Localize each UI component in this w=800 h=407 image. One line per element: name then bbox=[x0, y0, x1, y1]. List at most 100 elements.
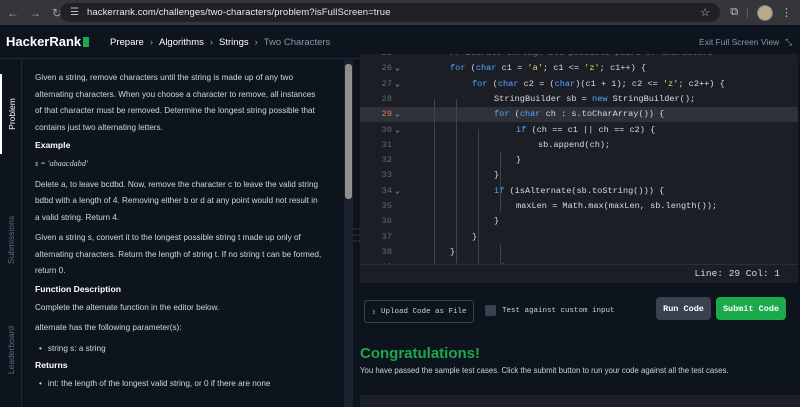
line-number: 26 bbox=[381, 63, 392, 74]
code-text: if (isAlternate(sb.toString())) { bbox=[494, 185, 665, 196]
example-heading: Example bbox=[35, 140, 71, 150]
side-tabs: Problem Submissions Leaderboard bbox=[0, 60, 22, 407]
indent-guide bbox=[478, 129, 479, 264]
code-line[interactable]: 33} bbox=[360, 168, 798, 183]
fold-chevron-icon[interactable]: ⌄ bbox=[395, 77, 400, 92]
crumb-prepare[interactable]: Prepare bbox=[110, 37, 144, 48]
site-settings-icon[interactable]: ☰ bbox=[70, 7, 79, 18]
star-icon[interactable]: ☆ bbox=[700, 6, 710, 19]
problem-intro: Given a string, remove characters until … bbox=[35, 73, 316, 132]
code-text: } bbox=[494, 170, 500, 181]
forward-icon[interactable]: → bbox=[26, 4, 44, 22]
fold-chevron-icon[interactable]: ⌄ bbox=[395, 107, 400, 122]
fold-chevron-icon[interactable]: ⌄ bbox=[395, 123, 400, 138]
menu-icon[interactable]: ⋮ bbox=[781, 6, 792, 19]
param-item: string s: a string bbox=[39, 341, 323, 357]
code-line[interactable]: 28 StringBuilder sb = new StringBuilder()… bbox=[360, 92, 798, 107]
hackerrank-logo[interactable]: HackerRank bbox=[6, 34, 90, 49]
chevron-right-icon: › bbox=[254, 36, 258, 48]
returns-heading: Returns bbox=[35, 359, 68, 370]
code-text: maxLen = Math.max(maxLen, sb.length()); bbox=[516, 201, 718, 211]
code-text: if (ch == c1 || ch == c2) { bbox=[516, 124, 656, 135]
line-number: 38 bbox=[381, 246, 392, 257]
tab-leaderboard-label: Leaderboard bbox=[6, 325, 16, 375]
code-line[interactable]: 34⌄ if (isAlternate(sb.toString())) { bbox=[360, 184, 798, 199]
logo-text: HackerRank bbox=[6, 34, 82, 49]
line-number: 27 bbox=[381, 78, 392, 89]
line-number: 35 bbox=[381, 201, 392, 211]
tab-submissions-label: Submissions bbox=[6, 215, 16, 265]
logo-mark bbox=[83, 36, 90, 47]
function-heading: Function Description bbox=[35, 283, 121, 294]
custom-input-label: Test against custom input bbox=[502, 306, 615, 315]
code-line[interactable]: 30 ⌄ if (ch == c1 || ch == c2) { bbox=[360, 123, 798, 138]
code-line[interactable]: 26 ⌄ for (char c1 = 'a'; c1 <= 'z'; c1++) … bbox=[360, 61, 798, 76]
editor-statusbar: Line: 29 Col: 1 bbox=[360, 264, 798, 283]
result-message: You have passed the sample test cases. C… bbox=[360, 366, 729, 375]
crumb-current: Two Characters bbox=[263, 36, 331, 48]
test-results-bar bbox=[360, 395, 800, 407]
line-number: 36 bbox=[381, 216, 392, 227]
fold-chevron-icon[interactable]: ⌄ bbox=[395, 61, 400, 76]
submit-code-button[interactable]: Submit Code bbox=[716, 297, 786, 320]
param-list: string s: a string bbox=[39, 341, 323, 357]
indent-guide bbox=[456, 99, 457, 264]
divider: | bbox=[746, 6, 749, 19]
crumb-strings[interactable]: Strings bbox=[219, 37, 249, 48]
tab-problem-label: Problem bbox=[7, 98, 17, 130]
chevron-right-icon: › bbox=[149, 36, 153, 48]
code-text: for (char c1 = 'a'; c1 <= 'z'; c1++) { bbox=[450, 63, 647, 74]
code-line[interactable]: 36} bbox=[360, 214, 798, 229]
url-text[interactable]: hackerrank.com/challenges/two-characters… bbox=[87, 7, 391, 18]
example-text-1: Delete a, to leave bcdbd. Now, remove th… bbox=[35, 179, 319, 222]
code-line[interactable]: 37} bbox=[360, 230, 798, 245]
tab-submissions[interactable]: Submissions bbox=[0, 200, 22, 280]
extensions-icon[interactable]: ⧉ bbox=[730, 6, 738, 19]
custom-input-checkbox[interactable] bbox=[485, 305, 496, 316]
code-line[interactable]: 31 sb.append(ch); bbox=[360, 138, 798, 153]
code-line[interactable]: 32} bbox=[360, 153, 798, 168]
upload-icon: ⇪ bbox=[371, 308, 376, 317]
code-text: for (char ch : s.toCharArray()) { bbox=[494, 109, 665, 120]
panel-gap bbox=[333, 60, 343, 407]
code-line[interactable]: 29 ⌄ for (char ch : s.toCharArray()) { bbox=[360, 107, 798, 123]
code-line[interactable]: 27 ⌄ for (char c2 = (char)(c1 + 1); c2 <= … bbox=[360, 77, 798, 92]
code-editor[interactable]: 25 // iterate through all possible pairs … bbox=[360, 54, 798, 264]
fold-chevron-icon[interactable]: ⌄ bbox=[395, 184, 400, 199]
custom-input-toggle[interactable]: Test against custom input bbox=[485, 305, 615, 316]
line-number: 33 bbox=[381, 170, 392, 181]
indent-guide bbox=[500, 244, 501, 264]
address-bar[interactable]: ☰ hackerrank.com/challenges/two-characte… bbox=[60, 3, 720, 22]
editor-actions: ⇪ Upload Code as File Test against custo… bbox=[360, 283, 800, 333]
return-item: int: the length of the longest valid str… bbox=[39, 376, 323, 392]
scrollbar-thumb[interactable] bbox=[345, 64, 352, 199]
code-text: StringBuilder sb = new StringBuilder(); bbox=[494, 93, 696, 104]
line-number: 34 bbox=[381, 185, 392, 196]
tab-leaderboard[interactable]: Leaderboard bbox=[0, 310, 22, 390]
code-text: } bbox=[494, 216, 500, 227]
function-description: Complete the alternate function in the e… bbox=[35, 302, 220, 312]
code-line[interactable]: 38} bbox=[360, 245, 798, 260]
line-number: 29 bbox=[381, 109, 392, 120]
result-title: Congratulations! bbox=[360, 345, 480, 362]
upload-code-button[interactable]: ⇪ Upload Code as File bbox=[364, 300, 474, 323]
cursor-position: Line: 29 Col: 1 bbox=[694, 268, 780, 279]
code-line[interactable]: 35 maxLen = Math.max(maxLen, sb.length())… bbox=[360, 199, 798, 214]
line-number: 31 bbox=[381, 139, 392, 150]
back-icon[interactable]: ← bbox=[4, 4, 22, 22]
example-text-2: Given a string s, convert it to the long… bbox=[35, 233, 322, 275]
panel-resize-handle[interactable]: ⋮⋮⋮ bbox=[352, 60, 361, 407]
indent-guide bbox=[434, 99, 435, 264]
tab-problem[interactable]: Problem bbox=[0, 74, 22, 154]
run-code-button[interactable]: Run Code bbox=[656, 297, 711, 320]
crumb-algorithms[interactable]: Algorithms bbox=[159, 37, 204, 48]
returns-list: int: the length of the longest valid str… bbox=[39, 376, 323, 392]
code-text: sb.append(ch); bbox=[538, 139, 611, 150]
code-text: } bbox=[516, 155, 522, 166]
line-number: 28 bbox=[381, 93, 392, 104]
browser-toolbar: ← → ↻ ☰ hackerrank.com/challenges/two-ch… bbox=[0, 0, 800, 25]
code-line[interactable]: 25 // iterate through all possible pairs … bbox=[360, 54, 798, 61]
profile-avatar[interactable] bbox=[757, 4, 773, 21]
result-panel: Congratulations! You have passed the sam… bbox=[360, 333, 800, 407]
collapse-icon: ⤡ bbox=[785, 36, 792, 47]
